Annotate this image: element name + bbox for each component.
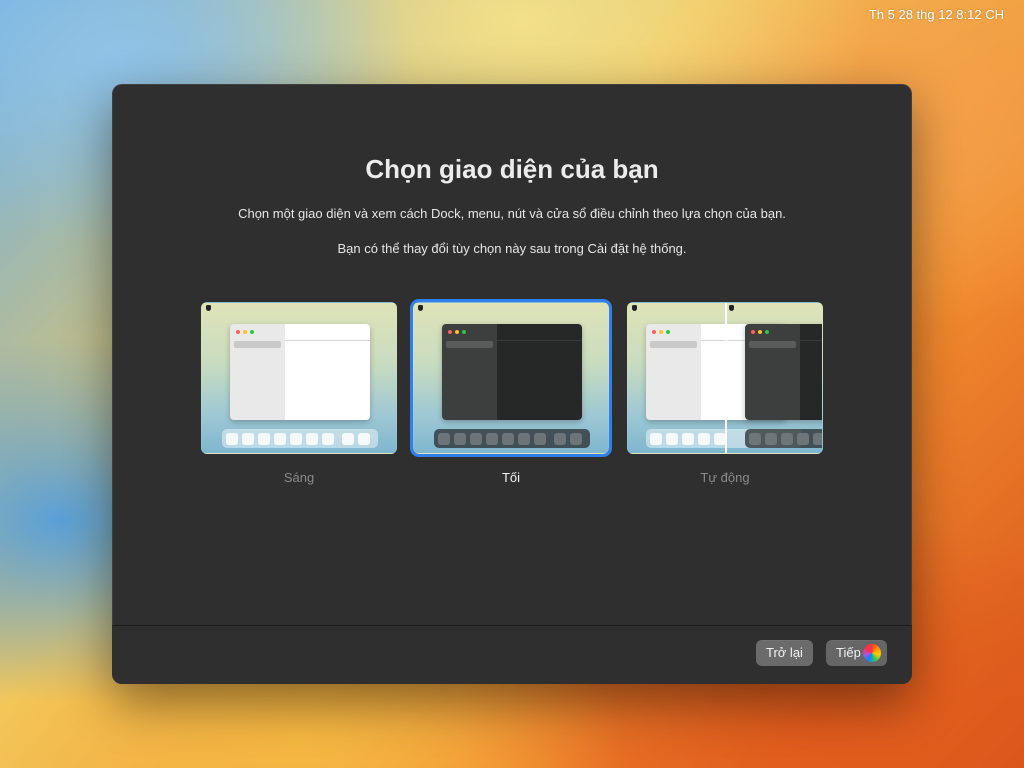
dark-preview-thumbnail[interactable]: [410, 299, 612, 457]
preview-content: [497, 324, 582, 420]
preview-content: [800, 324, 822, 420]
settings-hint-text: Bạn có thể thay đổi tùy chọn này sau tro…: [337, 241, 687, 256]
option-label-auto: Tự động: [700, 470, 750, 485]
auto-preview-thumbnail[interactable]: [627, 302, 823, 454]
option-label-dark: Tối: [501, 470, 521, 485]
page-title: Chọn giao diện của bạn: [365, 154, 659, 184]
preview-sidebar-selection: [446, 341, 493, 348]
traffic-lights-icon: [751, 330, 769, 334]
traffic-lights-icon: [448, 330, 466, 334]
auto-dark-half: [727, 303, 822, 453]
traffic-lights-icon: [652, 330, 670, 334]
preview-sidebar-selection: [234, 341, 281, 348]
preview-dock: [434, 429, 590, 448]
continue-button[interactable]: Tiếp: [826, 640, 887, 666]
apple-logo-icon: [632, 305, 637, 311]
preview-dock: [222, 429, 378, 448]
appearance-option-auto[interactable]: Tự động: [627, 302, 823, 485]
preview-content: [285, 324, 370, 420]
menubar-clock[interactable]: Th 5 28 thg 12 8:12 CH: [869, 7, 1004, 22]
preview-window: [230, 324, 370, 420]
description-text: Chọn một giao diện và xem cách Dock, men…: [238, 206, 786, 221]
apple-logo-icon: [729, 305, 734, 311]
back-button-label: Trở lại: [766, 645, 803, 660]
setup-assistant-window: Chọn giao diện của bạn Chọn một giao diệ…: [112, 84, 912, 684]
preview-sidebar-selection: [650, 341, 697, 348]
back-button[interactable]: Trở lại: [756, 640, 813, 666]
preview-sidebar: [442, 324, 497, 420]
preview-sidebar-selection: [749, 341, 796, 348]
dialog-footer: Trở lại Tiếp: [112, 625, 912, 684]
continue-button-label: Tiếp: [836, 645, 861, 660]
appearance-option-dark[interactable]: Tối: [410, 299, 612, 485]
desktop-wallpaper: Th 5 28 thg 12 8:12 CH Chọn giao diện củ…: [0, 0, 1024, 768]
preview-dock-dark: [745, 429, 822, 448]
preview-sidebar: [230, 324, 285, 420]
option-label-light: Sáng: [283, 470, 315, 485]
light-preview-thumbnail[interactable]: [201, 302, 397, 454]
color-wheel-icon: [862, 644, 881, 662]
preview-sidebar: [646, 324, 701, 420]
appearance-option-light[interactable]: Sáng: [201, 302, 397, 485]
apple-logo-icon: [418, 305, 423, 311]
preview-window-dark: [745, 324, 822, 420]
preview-sidebar: [745, 324, 800, 420]
apple-logo-icon: [206, 305, 211, 311]
traffic-lights-icon: [236, 330, 254, 334]
preview-window: [442, 324, 582, 420]
